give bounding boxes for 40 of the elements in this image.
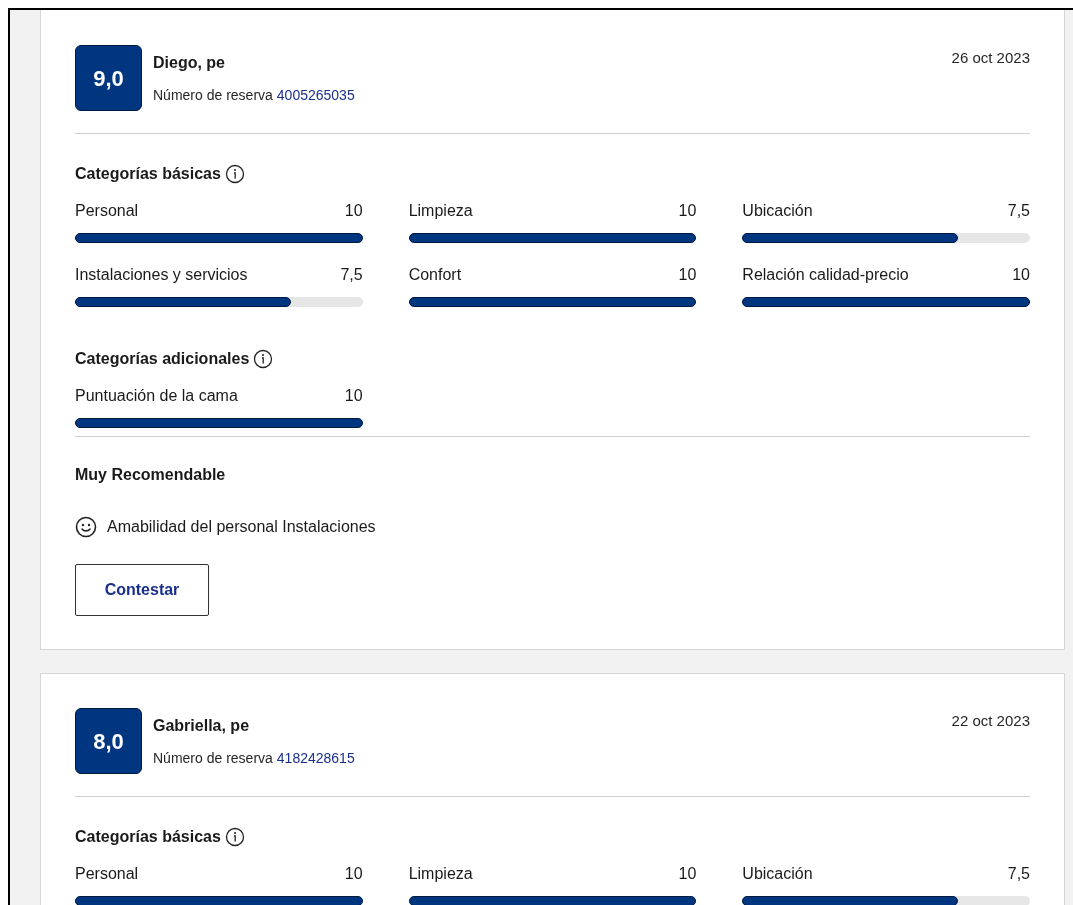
info-icon[interactable] (253, 349, 274, 369)
recommendation-heading: Muy Recomendable (75, 465, 227, 485)
category-label: Relación calidad-precio (742, 265, 909, 285)
category-score: 7,5 (1007, 864, 1030, 884)
info-icon[interactable] (224, 164, 245, 184)
smiley-icon (75, 516, 97, 538)
review-date: 26 oct 2023 (951, 48, 1030, 68)
category-label: Instalaciones y servicios (75, 265, 248, 285)
category-score: 10 (344, 201, 363, 221)
booking-label: Número de reserva (153, 749, 273, 768)
category-label: Puntuación de la cama (75, 386, 238, 406)
reviewer-name: Gabriella, pe (153, 716, 251, 736)
score-badge: 8,0 (75, 708, 142, 774)
category-score: 10 (344, 864, 363, 884)
category-score: 10 (344, 386, 363, 406)
category-label: Ubicación (742, 864, 813, 884)
category-score: 10 (1012, 265, 1030, 285)
score-badge: 9,0 (75, 45, 142, 111)
info-icon[interactable] (224, 827, 245, 847)
category-score: 10 (678, 265, 697, 285)
review-date: 22 oct 2023 (951, 711, 1030, 731)
highlight-text: Amabilidad del personal Instalaciones (107, 517, 376, 537)
section-heading: Categorías adicionales (75, 349, 250, 369)
category-label: Ubicación (742, 201, 813, 221)
booking-label: Número de reserva (153, 86, 273, 105)
booking-number-link[interactable]: 4005265035 (276, 85, 355, 105)
category-label: Limpieza (408, 864, 473, 884)
section-heading: Categorías básicas (75, 164, 221, 184)
reviewer-name: Diego, pe (153, 53, 226, 73)
category-score: 7,5 (1007, 201, 1030, 221)
category-label: Limpieza (408, 201, 473, 221)
category-score: 7,5 (340, 265, 363, 285)
section-heading: Categorías básicas (75, 827, 221, 847)
category-score: 10 (678, 201, 697, 221)
category-label: Confort (408, 265, 462, 285)
category-label: Personal (75, 201, 139, 221)
category-score: 10 (678, 864, 697, 884)
booking-number-link[interactable]: 4182428615 (276, 748, 355, 768)
reply-button[interactable]: Contestar (75, 564, 209, 616)
category-label: Personal (75, 864, 139, 884)
